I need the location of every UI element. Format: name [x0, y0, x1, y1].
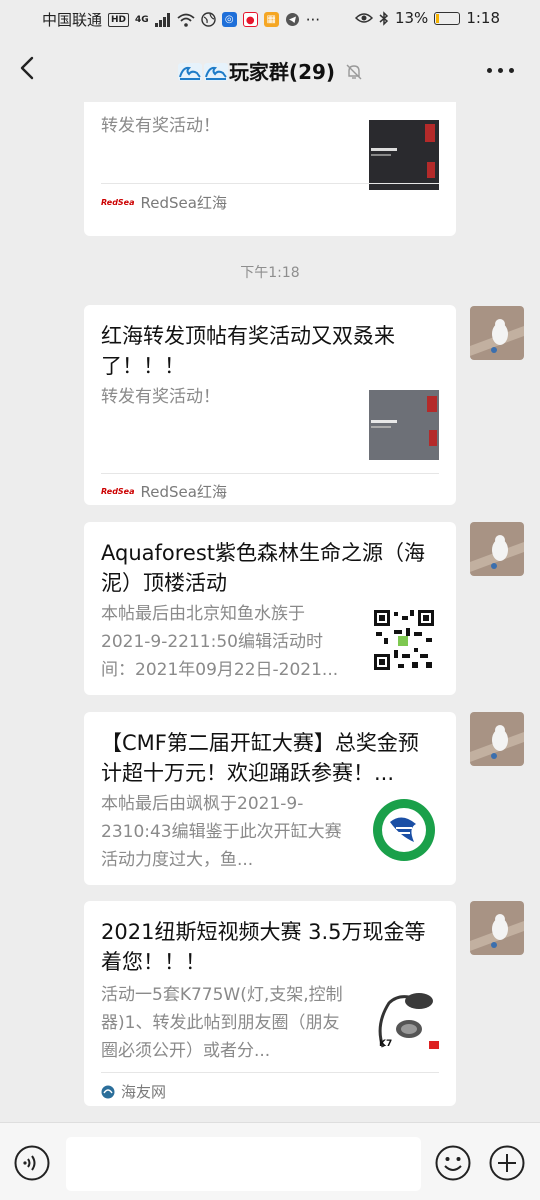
earth-icon — [200, 12, 216, 27]
card-product-thumbnail: K7 — [369, 985, 439, 1055]
wave-icon — [203, 63, 228, 81]
battery-percent: 13% — [394, 9, 429, 27]
haiyou-logo-icon — [101, 1085, 115, 1098]
card-description: 活动一5套K775W(灯,支架,控制器)1、转发此帖到朋友圈（朋友圈必须公开）或… — [101, 985, 343, 1061]
telegram-icon — [285, 13, 299, 26]
chat-message-list[interactable]: ∣ ∣ ∣ ∣ ∣ 转发有奖活动！ RedSea RedSea红海 下午1:18… — [0, 102, 540, 1122]
chat-title: 玩家群(29) — [228, 60, 336, 84]
eye-icon — [354, 13, 373, 23]
card-description: 本帖最后由北京知鱼水族于2021-9-2211:50编辑活动时间：2021年09… — [101, 604, 339, 680]
hd-badge: HD — [108, 12, 130, 27]
status-bar: 中国联通 HD 4G ◎ ● ▦ ··· 13% 1:18 — [0, 0, 540, 38]
link-card[interactable]: 【CMF第二届开缸大赛】总奖金预计超十万元！欢迎踊跃参赛！... 本帖最后由飒枫… — [84, 712, 456, 885]
weibo-icon: ● — [242, 12, 258, 27]
source-name: RedSea红海 — [140, 483, 227, 501]
link-card[interactable]: Aquaforest紫色森林生命之源（海泥）顶楼活动 本帖最后由北京知鱼水族于2… — [84, 522, 456, 695]
message-input[interactable] — [66, 1137, 421, 1191]
more-notifications: ··· — [305, 10, 320, 29]
plus-icon[interactable] — [489, 1145, 525, 1181]
redsea-logo-icon: RedSea — [101, 198, 135, 207]
link-card[interactable]: 红海转发顶帖有奖活动又双叒来了！！！ 转发有奖活动！ RedSea RedSea… — [84, 305, 456, 505]
card-description: 转发有奖活动！ — [101, 387, 220, 407]
chat-title-wrap: 玩家群(29) — [0, 56, 540, 85]
more-options-button[interactable] — [487, 68, 514, 73]
signal-icon — [154, 12, 170, 27]
app-shield-icon: ◎ — [221, 12, 237, 27]
card-title: 红海转发顶帖有奖活动又双叒来了！！！ — [101, 324, 395, 378]
card-description: 转发有奖活动！ — [101, 116, 220, 136]
bluetooth-icon — [379, 10, 389, 26]
status-time: 1:18 — [466, 9, 500, 27]
sender-avatar[interactable] — [470, 306, 524, 360]
card-thumbnail — [369, 390, 439, 460]
wave-icon — [177, 63, 202, 81]
wifi-icon — [177, 13, 195, 27]
input-bar — [0, 1122, 540, 1200]
notes-app-icon: ▦ — [263, 12, 279, 27]
card-description: 本帖最后由飒枫于2021-9-2310:43编辑鉴于此次开缸大赛活动力度过大，鱼… — [101, 794, 342, 870]
thumb-label: K7 — [379, 1039, 393, 1049]
source-name: RedSea红海 — [140, 194, 227, 212]
card-title: Aquaforest紫色森林生命之源（海泥）顶楼活动 — [101, 541, 426, 595]
message-timestamp: 下午1:18 — [240, 265, 300, 281]
mute-bell-icon — [346, 64, 362, 80]
card-title: 2021纽斯短视频大赛 3.5万现金等着您！！！ — [101, 920, 426, 974]
link-card[interactable]: 2021纽斯短视频大赛 3.5万现金等着您！！！ 活动一5套K775W(灯,支架… — [84, 901, 456, 1106]
card-source: RedSea RedSea红海 — [101, 192, 227, 213]
card-source: RedSea RedSea红海 — [101, 481, 227, 502]
card-source: 海友网 — [101, 1081, 166, 1102]
carrier-label: 中国联通 — [42, 11, 103, 29]
card-qr-thumbnail — [372, 608, 436, 672]
redsea-logo-icon: RedSea — [101, 487, 135, 496]
card-thumbnail — [369, 120, 439, 190]
sender-avatar[interactable] — [470, 901, 524, 955]
voice-input-icon[interactable] — [14, 1145, 50, 1181]
battery-icon — [434, 11, 461, 25]
source-name: 海友网 — [121, 1083, 167, 1101]
signal-type: 4G — [135, 14, 149, 25]
card-title: 【CMF第二届开缸大赛】总奖金预计超十万元！欢迎踊跃参赛！... — [101, 731, 419, 785]
sender-avatar[interactable] — [470, 522, 524, 576]
link-card[interactable]: ∣ ∣ ∣ ∣ ∣ 转发有奖活动！ RedSea RedSea红海 — [84, 102, 456, 236]
chat-header: 玩家群(29) — [0, 38, 540, 102]
sender-avatar[interactable] — [470, 712, 524, 766]
emoji-icon[interactable] — [435, 1145, 471, 1181]
card-logo-thumbnail — [372, 798, 436, 862]
